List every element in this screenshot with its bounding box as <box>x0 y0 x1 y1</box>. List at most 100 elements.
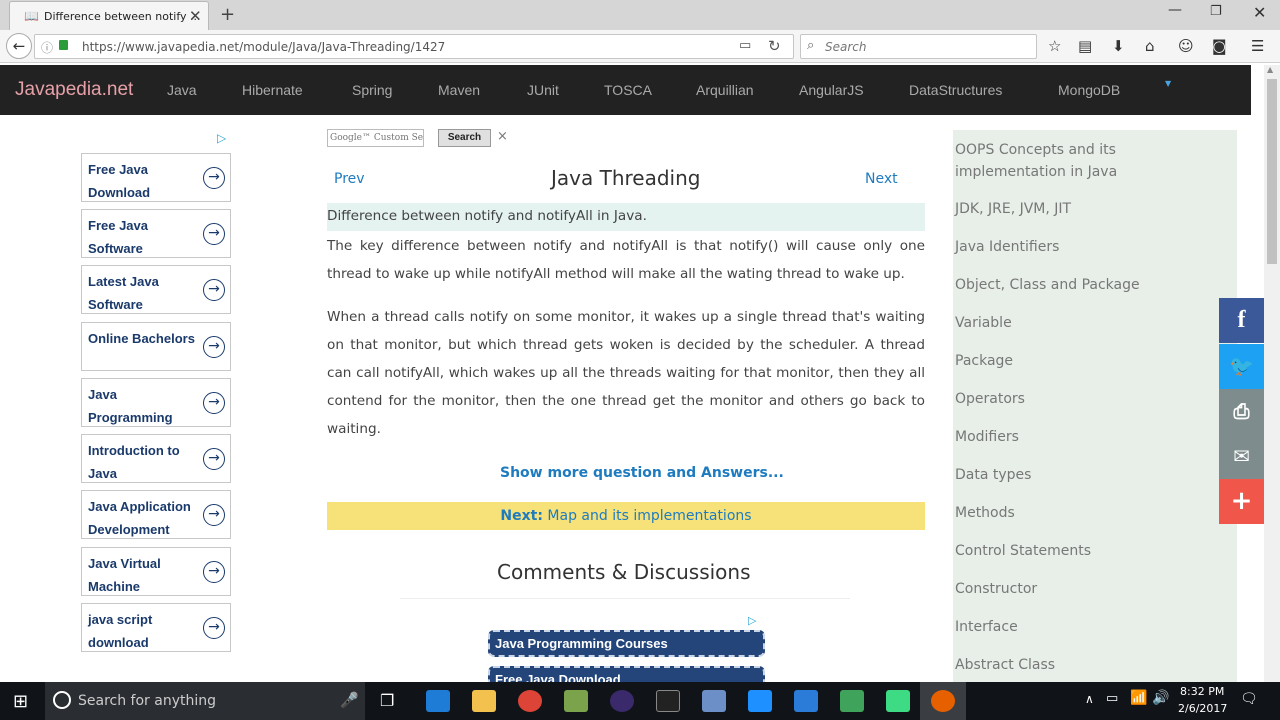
new-tab-icon[interactable]: + <box>220 4 235 25</box>
nav-arquillian[interactable]: Arquillian <box>696 82 754 98</box>
sidebar-item-interface[interactable]: Interface <box>955 619 1018 635</box>
site-logo[interactable]: Javapedia.net <box>15 79 133 101</box>
minimize-icon[interactable]: — <box>1168 2 1182 18</box>
nav-datastructures[interactable]: DataStructures <box>909 82 1002 98</box>
menu-icon[interactable]: ☰ <box>1251 37 1264 55</box>
sidebar-item-jdk[interactable]: JDK, JRE, JVM, JIT <box>955 201 1071 217</box>
google-search-clear-icon[interactable]: × <box>497 129 508 144</box>
sidebar-item-operators[interactable]: Operators <box>955 391 1025 407</box>
sidebar-item-data-types[interactable]: Data types <box>955 467 1031 483</box>
print-share-button[interactable]: ⎙ <box>1219 389 1264 434</box>
nav-spring[interactable]: Spring <box>352 82 392 98</box>
url-text[interactable]: https://www.javapedia.net/module/Java/Ja… <box>82 40 445 54</box>
url-bar[interactable]: ⓘ https://www.javapedia.net/module/Java/… <box>34 34 794 59</box>
windows-start-icon[interactable]: ⊞ <box>13 691 28 712</box>
bookmark-star-icon[interactable]: ☆ <box>1048 37 1061 55</box>
sidebar-item-variable[interactable]: Variable <box>955 315 1012 331</box>
google-custom-search-input[interactable] <box>327 129 424 147</box>
reader-view-icon[interactable]: ▭ <box>739 38 751 53</box>
next-link[interactable]: Next <box>865 171 898 187</box>
site-info-icon[interactable]: ⓘ <box>41 39 53 56</box>
maximize-icon[interactable]: ❐ <box>1210 4 1222 19</box>
back-icon[interactable]: ← <box>6 33 32 59</box>
pocket-icon[interactable]: ◙ <box>1212 37 1227 55</box>
close-window-icon[interactable]: ✕ <box>1253 3 1266 22</box>
ad-link-free-java-software[interactable]: Free Java Software → <box>81 209 231 258</box>
prev-link[interactable]: Prev <box>334 171 365 187</box>
next-topic-link[interactable]: Map and its implementations <box>547 508 751 524</box>
ad-link-introduction-to-java[interactable]: Introduction to Java → <box>81 434 231 483</box>
eclipse-icon[interactable] <box>610 690 634 712</box>
sidebar-item-modifiers[interactable]: Modifiers <box>955 429 1019 445</box>
chrome-icon[interactable] <box>518 690 542 712</box>
volume-icon[interactable]: 🔊 <box>1152 690 1169 706</box>
notifications-icon[interactable]: 🗨 <box>1240 691 1258 707</box>
ad-link-online-bachelors[interactable]: Online Bachelors → <box>81 322 231 371</box>
browser-tab[interactable]: 📖 Difference between notify ... ✕ <box>9 1 209 31</box>
ad-link-java-application-development[interactable]: Java Application Development → <box>81 490 231 539</box>
taskbar-search[interactable]: Search for anything 🎤 <box>45 682 365 720</box>
sidebar-item-methods[interactable]: Methods <box>955 505 1015 521</box>
sidebar-item-oops[interactable]: OOPS Concepts and its <box>955 142 1116 158</box>
arrow-right-circle-icon: → <box>203 336 225 358</box>
browser-search-bar[interactable]: ⌕ Search <box>800 34 1037 59</box>
ad-link-java-script-download[interactable]: java script download → <box>81 603 231 652</box>
scrollbar-thumb[interactable] <box>1267 79 1277 264</box>
scroll-up-icon[interactable]: ▲ <box>1267 65 1273 74</box>
nav-junit[interactable]: JUnit <box>527 82 559 98</box>
ad-link-latest-java-software[interactable]: Latest Java Software → <box>81 265 231 314</box>
microphone-icon[interactable]: 🎤 <box>340 691 359 709</box>
edge-icon[interactable] <box>426 690 450 712</box>
more-share-button[interactable]: + <box>1219 479 1264 524</box>
adchoices-icon[interactable]: ▷ <box>748 614 756 627</box>
power-icon[interactable]: ▭ <box>1106 691 1118 706</box>
email-share-button[interactable]: ✉ <box>1219 434 1264 479</box>
terminal-icon[interactable] <box>656 690 680 712</box>
messaging-icon[interactable] <box>748 690 772 712</box>
sidebar-item-package[interactable]: Package <box>955 353 1013 369</box>
image-viewer-icon[interactable] <box>840 690 864 712</box>
sidebar-item-control-statements[interactable]: Control Statements <box>955 543 1091 559</box>
firefox-active-task[interactable] <box>920 682 966 720</box>
ad-link-java-virtual-machine[interactable]: Java Virtual Machine → <box>81 547 231 596</box>
nav-hibernate[interactable]: Hibernate <box>242 82 303 98</box>
emoji-icon[interactable]: ☺ <box>1178 37 1194 55</box>
sidebar-item-constructor[interactable]: Constructor <box>955 581 1037 597</box>
android-studio-icon[interactable] <box>886 690 910 712</box>
facebook-share-button[interactable]: f <box>1219 298 1264 343</box>
next-topic-bar[interactable]: Next: Map and its implementations <box>327 502 925 530</box>
task-view-icon[interactable]: ❐ <box>380 691 394 710</box>
nav-tosca[interactable]: TOSCA <box>604 82 652 98</box>
nav-maven[interactable]: Maven <box>438 82 480 98</box>
home-icon[interactable]: ⌂ <box>1145 37 1155 55</box>
answer-paragraph-2: When a thread calls notify on some monit… <box>327 309 925 437</box>
downloads-icon[interactable]: ⬇ <box>1112 37 1125 55</box>
sidebar-item-oops-line2[interactable]: implementation in Java <box>955 164 1117 180</box>
file-explorer-icon[interactable] <box>472 690 496 712</box>
sidebar-item-identifiers[interactable]: Java Identifiers <box>955 239 1059 255</box>
wifi-icon[interactable]: 📶 <box>1130 690 1147 706</box>
reading-list-icon[interactable]: ▤ <box>1078 37 1092 55</box>
network-app-icon[interactable] <box>702 690 726 712</box>
nav-mongodb[interactable]: MongoDB <box>1058 82 1120 98</box>
tab-close-icon[interactable]: ✕ <box>189 7 202 25</box>
visual-studio-code-icon[interactable] <box>794 690 818 712</box>
clock-time[interactable]: 8:32 PM <box>1180 685 1224 698</box>
google-search-button[interactable]: Search <box>438 129 491 147</box>
sidebar-item-abstract-class[interactable]: Abstract Class <box>955 657 1055 673</box>
adchoices-icon[interactable]: ▷ <box>217 131 226 145</box>
tray-overflow-icon[interactable]: ∧ <box>1085 692 1094 706</box>
twitter-share-button[interactable]: 🐦 <box>1219 344 1264 389</box>
ad-link-free-java-download[interactable]: Free Java Download → <box>81 153 231 202</box>
reload-icon[interactable]: ↻ <box>768 37 781 55</box>
nav-angularjs[interactable]: AngularJS <box>799 82 864 98</box>
clock-date[interactable]: 2/6/2017 <box>1178 702 1227 715</box>
ad-link-java-programming[interactable]: Java Programming → <box>81 378 231 427</box>
show-more-link[interactable]: Show more question and Answers... <box>500 465 784 481</box>
page-scrollbar[interactable]: ▲ <box>1264 65 1280 682</box>
nav-java[interactable]: Java <box>167 82 197 98</box>
ad-button-java-programming-courses[interactable]: Java Programming Courses <box>488 630 765 657</box>
sidebar-item-object-class[interactable]: Object, Class and Package <box>955 277 1140 293</box>
nav-more-dropdown-icon[interactable]: ▼ <box>1165 79 1171 88</box>
app-icon[interactable] <box>564 690 588 712</box>
